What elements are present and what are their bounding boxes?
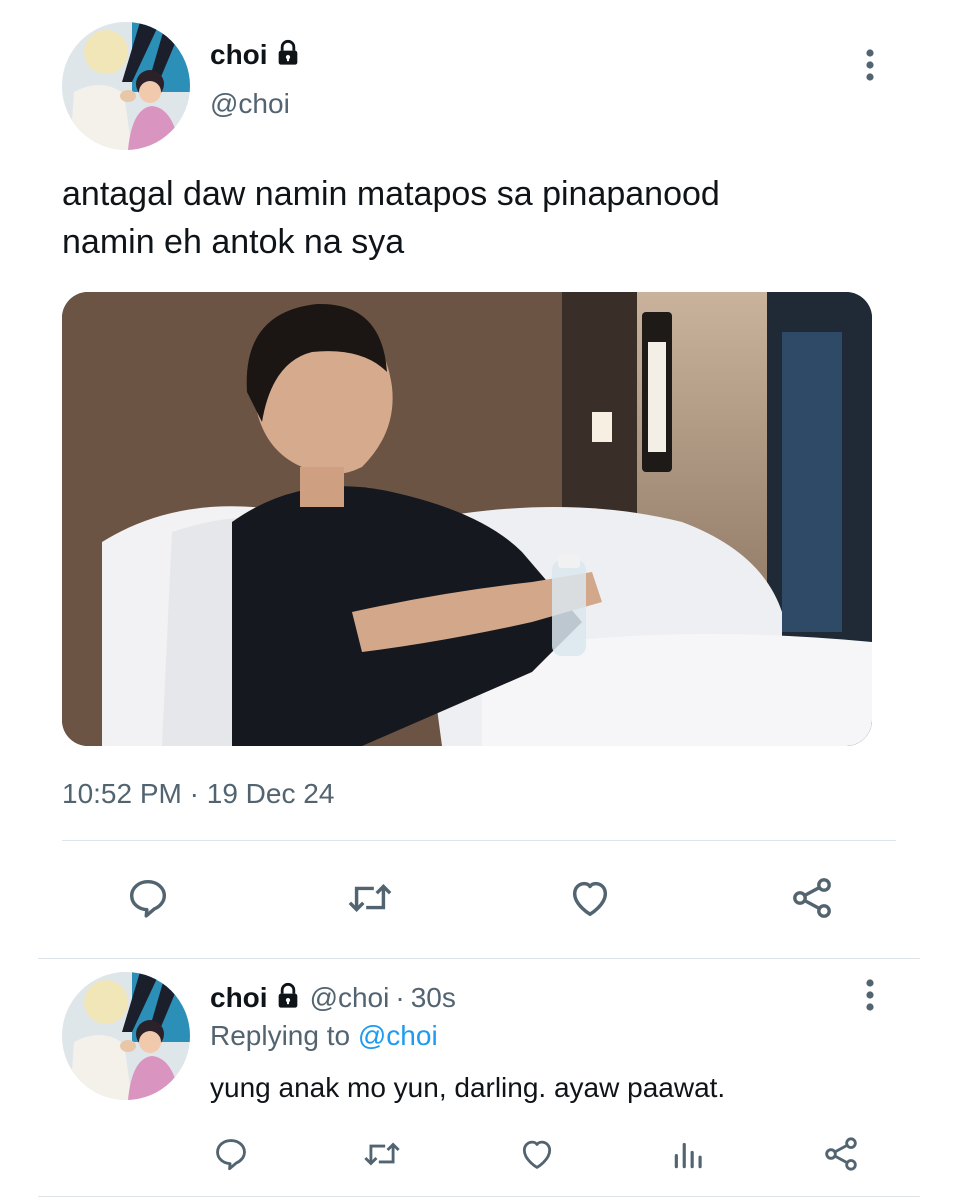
reply-separator: ·: [395, 982, 405, 1013]
lock-icon: [274, 982, 302, 1015]
share-button[interactable]: [786, 874, 838, 926]
reply-button[interactable]: [122, 874, 174, 926]
reply-display-name[interactable]: choi: [210, 982, 268, 1014]
reply-icon: [212, 1135, 250, 1178]
avatar[interactable]: [62, 22, 190, 150]
retweet-icon: [345, 875, 395, 926]
more-vertical-icon[interactable]: [858, 46, 882, 91]
reply-text: yung anak mo yun, darling. ayaw paawat.: [210, 1072, 726, 1103]
tweet-time: 10:52 PM: [62, 778, 182, 809]
views-button[interactable]: [666, 1134, 712, 1178]
tweet-text-line: antagal daw namin matapos sa pinapanood: [62, 175, 720, 213]
replying-to-handle[interactable]: @choi: [358, 1020, 438, 1051]
tweet-photo[interactable]: [62, 292, 872, 746]
reply-handle[interactable]: @choi: [310, 982, 390, 1014]
timestamp-separator: ·: [189, 778, 199, 809]
heart-icon: [518, 1135, 556, 1178]
author-name-row: choi: [210, 38, 302, 72]
divider: [38, 958, 920, 959]
tweet-date: 19 Dec 24: [206, 778, 335, 809]
divider: [38, 1196, 920, 1197]
reply-author-row: choi @choi · 30s: [210, 980, 456, 1016]
views-icon: [670, 1135, 708, 1178]
author-handle[interactable]: @choi: [210, 88, 290, 120]
share-button[interactable]: [818, 1134, 864, 1178]
divider: [62, 840, 896, 841]
like-button[interactable]: [564, 874, 616, 926]
replying-to: Replying to @choi: [210, 1020, 438, 1052]
replying-to-label: Replying to: [210, 1020, 351, 1051]
reply-age[interactable]: 30s: [411, 982, 456, 1014]
reply-avatar[interactable]: [62, 972, 190, 1100]
retweet-button[interactable]: [358, 1134, 406, 1178]
retweet-button[interactable]: [342, 874, 398, 926]
reply-icon: [125, 875, 171, 926]
more-vertical-icon[interactable]: [858, 976, 882, 1021]
tweet-timestamp[interactable]: 10:52 PM · 19 Dec 24: [62, 778, 334, 810]
tweet-text-line: namin eh antok na sya: [62, 223, 405, 261]
display-name[interactable]: choi: [210, 39, 268, 71]
like-button[interactable]: [514, 1134, 560, 1178]
retweet-icon: [361, 1135, 403, 1178]
tweet-text: antagal daw namin matapos sa pinapanood …: [62, 170, 720, 266]
share-icon: [821, 1134, 861, 1179]
lock-icon: [274, 39, 302, 72]
reply-button[interactable]: [208, 1134, 254, 1178]
share-icon: [788, 874, 836, 927]
heart-icon: [567, 875, 613, 926]
